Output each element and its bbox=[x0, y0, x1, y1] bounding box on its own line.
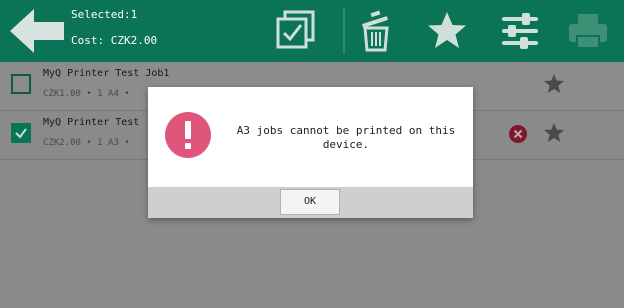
dialog-message: A3 jobs cannot be printed on this device… bbox=[236, 124, 456, 151]
star-icon bbox=[544, 123, 564, 142]
trash-icon bbox=[362, 10, 389, 52]
selection-info: Selected:1 Cost: CZK2.00 bbox=[71, 8, 157, 47]
favorite-button[interactable] bbox=[423, 8, 471, 54]
printer-icon bbox=[569, 14, 607, 49]
delete-button[interactable] bbox=[352, 8, 400, 54]
checkmark-icon bbox=[15, 128, 27, 139]
error-dialog: A3 jobs cannot be printed on this device… bbox=[148, 87, 473, 218]
warning-icon bbox=[165, 112, 211, 158]
job-favorite-button[interactable] bbox=[543, 73, 565, 95]
settings-button[interactable] bbox=[496, 8, 544, 54]
job-error-indicator bbox=[509, 125, 527, 143]
select-all-icon bbox=[276, 10, 315, 49]
back-arrow-icon bbox=[10, 9, 64, 53]
selected-cost: Cost: CZK2.00 bbox=[71, 34, 158, 47]
selected-count: Selected:1 bbox=[71, 8, 138, 21]
job-meta: CZK1.00 • 1 A4 • bbox=[43, 89, 130, 99]
back-button[interactable] bbox=[8, 6, 66, 56]
job-name: MyQ Printer Test Job1 bbox=[43, 68, 170, 79]
job-name: MyQ Printer Test bbox=[43, 117, 140, 128]
select-all-button[interactable] bbox=[272, 8, 320, 54]
job-favorite-button[interactable] bbox=[543, 122, 565, 144]
print-button[interactable] bbox=[564, 8, 612, 54]
sliders-icon bbox=[502, 13, 538, 49]
dialog-footer: OK bbox=[148, 187, 473, 218]
job-checkbox[interactable] bbox=[11, 123, 31, 143]
star-icon bbox=[428, 12, 466, 48]
toolbar: Selected:1 Cost: CZK2.00 bbox=[0, 0, 624, 62]
star-icon bbox=[544, 74, 564, 93]
ok-button[interactable]: OK bbox=[280, 189, 340, 215]
job-checkbox[interactable] bbox=[11, 74, 31, 94]
job-meta: CZK2.00 • 1 A3 • bbox=[43, 138, 130, 148]
toolbar-divider bbox=[343, 8, 345, 54]
error-x-icon bbox=[509, 125, 527, 143]
